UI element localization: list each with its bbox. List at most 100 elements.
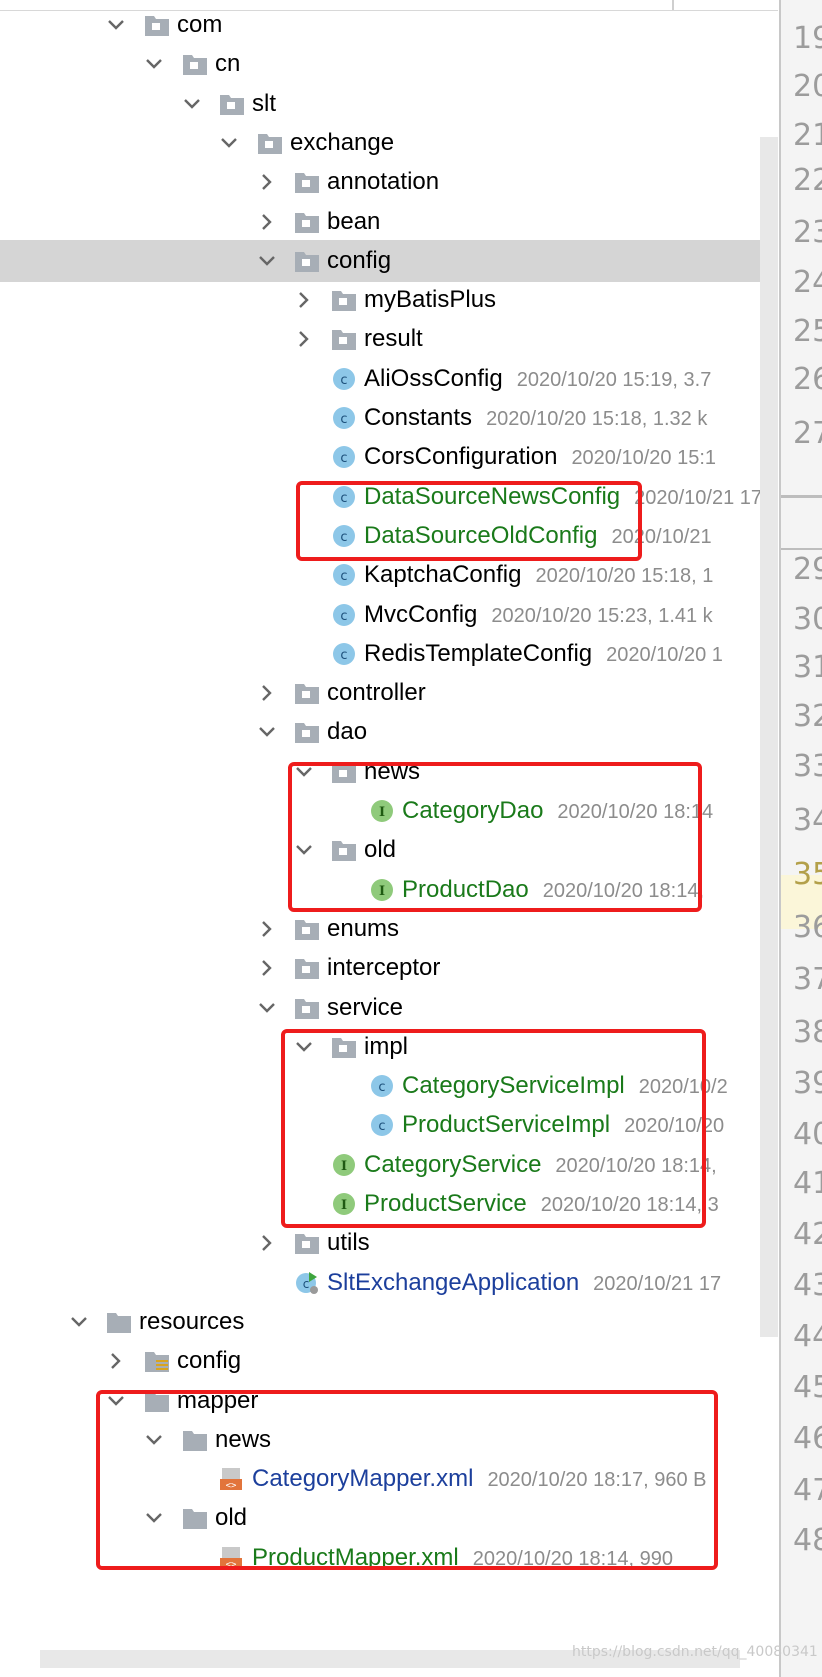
- tree-vertical-scrollbar[interactable]: [760, 137, 778, 1337]
- node-name: config: [327, 246, 392, 274]
- tree-node-label: RedisTemplateConfig 2020/10/20 1: [364, 640, 723, 669]
- tree-node-news[interactable]: news: [0, 1419, 778, 1461]
- node-meta: 2020/10/20 15:19, 3.7: [516, 368, 712, 391]
- chevron-down-icon[interactable]: [292, 829, 316, 871]
- tree-node-utils[interactable]: utils: [0, 1222, 778, 1264]
- tree-node-config[interactable]: config: [0, 1340, 778, 1382]
- chevron-right-icon[interactable]: [255, 161, 279, 203]
- tree-node-result[interactable]: result: [0, 318, 778, 360]
- package-folder-icon: [294, 210, 320, 234]
- chevron-down-icon[interactable]: [255, 987, 279, 1029]
- node-name: utils: [327, 1229, 370, 1257]
- package-folder-icon: [182, 52, 208, 76]
- tree-node-label: Constants 2020/10/20 15:18, 1.32 k: [364, 404, 707, 433]
- tree-node-datasourceoldconfig[interactable]: c DataSourceOldConfig 2020/10/21: [0, 515, 778, 557]
- chevron-right-icon[interactable]: [292, 279, 316, 321]
- tree-node-constants[interactable]: c Constants 2020/10/20 15:18, 1.32 k: [0, 397, 778, 439]
- chevron-down-icon[interactable]: [292, 751, 316, 793]
- tree-node-old[interactable]: old: [0, 829, 778, 871]
- chevron-down-icon[interactable]: [142, 1497, 166, 1539]
- tree-node-aliossconfig[interactable]: c AliOssConfig 2020/10/20 15:19, 3.7: [0, 358, 778, 400]
- tree-node-interceptor[interactable]: interceptor: [0, 947, 778, 989]
- node-meta: 2020/10/21: [611, 525, 712, 548]
- tree-node-resources[interactable]: resources: [0, 1301, 778, 1343]
- node-meta: 2020/10/20 15:1: [571, 447, 717, 470]
- chevron-down-icon[interactable]: [104, 4, 128, 46]
- svg-text:c: c: [378, 1080, 385, 1095]
- tree-node-redistemplateconfig[interactable]: c RedisTemplateConfig 2020/10/20 1: [0, 633, 778, 675]
- java-class-icon: c: [331, 563, 357, 587]
- tree-node-categoryservice[interactable]: I CategoryService 2020/10/20 18:14,: [0, 1144, 778, 1186]
- tree-node-categorymapper-xml[interactable]: <> CategoryMapper.xml 2020/10/20 18:17, 96…: [0, 1458, 778, 1500]
- tree-node-label: impl: [364, 1033, 408, 1061]
- tree-node-bean[interactable]: bean: [0, 201, 778, 243]
- node-name: exchange: [290, 128, 395, 156]
- tree-node-productmapper-xml[interactable]: <> ProductMapper.xml 2020/10/20 18:14, 990: [0, 1537, 778, 1579]
- chevron-down-icon[interactable]: [142, 43, 166, 85]
- tree-node-cn[interactable]: cn: [0, 43, 778, 85]
- chevron-right-icon[interactable]: [255, 201, 279, 243]
- tree-node-exchange[interactable]: exchange: [0, 122, 778, 164]
- tree-node-productdao[interactable]: I ProductDao 2020/10/20 18:14,: [0, 869, 778, 911]
- line-number: 37: [793, 961, 822, 997]
- java-class-icon: c: [369, 1113, 395, 1137]
- tree-node-label: result: [364, 325, 423, 353]
- tree-node-productserviceimpl[interactable]: c ProductServiceImpl 2020/10/20: [0, 1104, 778, 1146]
- tree-node-datasourcenewsconfig[interactable]: c DataSourceNewsConfig 2020/10/21 17: [0, 476, 778, 518]
- node-meta: 2020/10/20 15:18, 1: [535, 565, 714, 588]
- tree-node-sltexchangeapplication[interactable]: c SltExchangeApplication 2020/10/21 17: [0, 1262, 778, 1304]
- tree-node-label: annotation: [327, 168, 439, 196]
- tree-node-config[interactable]: config: [0, 239, 778, 282]
- tree-node-categorydao[interactable]: I CategoryDao 2020/10/20 18:14: [0, 790, 778, 832]
- tree-node-service[interactable]: service: [0, 987, 778, 1029]
- tree-node-com[interactable]: com: [0, 4, 778, 46]
- chevron-right-icon[interactable]: [255, 908, 279, 950]
- chevron-right-icon[interactable]: [104, 1340, 128, 1382]
- node-meta: 2020/10/20 18:14,: [542, 879, 705, 902]
- chevron-right-icon[interactable]: [255, 947, 279, 989]
- chevron-down-icon[interactable]: [104, 1380, 128, 1422]
- java-interface-icon: I: [331, 1192, 357, 1216]
- tree-node-impl[interactable]: impl: [0, 1026, 778, 1068]
- chevron-down-icon[interactable]: [255, 240, 279, 282]
- node-meta: 2020/10/20 15:18, 1.32 k: [486, 408, 708, 430]
- chevron-down-icon[interactable]: [217, 122, 241, 164]
- tree-node-old[interactable]: old: [0, 1497, 778, 1539]
- folder-icon: [106, 1310, 132, 1334]
- tree-node-annotation[interactable]: annotation: [0, 161, 778, 203]
- tree-node-kaptchaconfig[interactable]: c KaptchaConfig 2020/10/20 15:18, 1: [0, 554, 778, 596]
- tree-node-corsconfiguration[interactable]: c CorsConfiguration 2020/10/20 15:1: [0, 436, 778, 478]
- tree-node-dao[interactable]: dao: [0, 711, 778, 753]
- tree-node-categoryserviceimpl[interactable]: c CategoryServiceImpl 2020/10/2: [0, 1065, 778, 1107]
- node-name: service: [327, 993, 404, 1021]
- chevron-right-icon[interactable]: [255, 672, 279, 714]
- tree-node-label: DataSourceOldConfig 2020/10/21: [364, 522, 712, 551]
- node-name: cn: [215, 50, 241, 78]
- package-folder-icon: [331, 327, 357, 351]
- package-folder-icon: [219, 92, 245, 116]
- svg-text:c: c: [340, 569, 347, 584]
- node-name: bean: [327, 207, 381, 235]
- line-number: 42: [793, 1216, 822, 1252]
- node-name: CategoryService: [364, 1150, 542, 1178]
- chevron-right-icon[interactable]: [292, 318, 316, 360]
- tree-node-mvcconfig[interactable]: c MvcConfig 2020/10/20 15:23, 1.41 k: [0, 594, 778, 636]
- chevron-down-icon[interactable]: [180, 83, 204, 125]
- java-interface-icon: I: [331, 1153, 357, 1177]
- node-name: ProductDao: [402, 875, 529, 903]
- tree-node-controller[interactable]: controller: [0, 672, 778, 714]
- tree-node-productservice[interactable]: I ProductService 2020/10/20 18:14, 3: [0, 1183, 778, 1225]
- chevron-down-icon[interactable]: [142, 1419, 166, 1461]
- tree-node-enums[interactable]: enums: [0, 908, 778, 950]
- chevron-right-icon[interactable]: [255, 1222, 279, 1264]
- chevron-down-icon[interactable]: [292, 1026, 316, 1068]
- chevron-down-icon[interactable]: [255, 711, 279, 753]
- chevron-down-icon[interactable]: [67, 1301, 91, 1343]
- java-class-icon: c: [331, 603, 357, 627]
- tree-node-mybatisplus[interactable]: myBatisPlus: [0, 279, 778, 321]
- tree-node-mapper[interactable]: mapper: [0, 1380, 778, 1422]
- tree-node-slt[interactable]: slt: [0, 83, 778, 125]
- node-name: interceptor: [327, 954, 441, 982]
- tree-node-label: mapper: [177, 1387, 258, 1415]
- tree-node-news[interactable]: news: [0, 751, 778, 793]
